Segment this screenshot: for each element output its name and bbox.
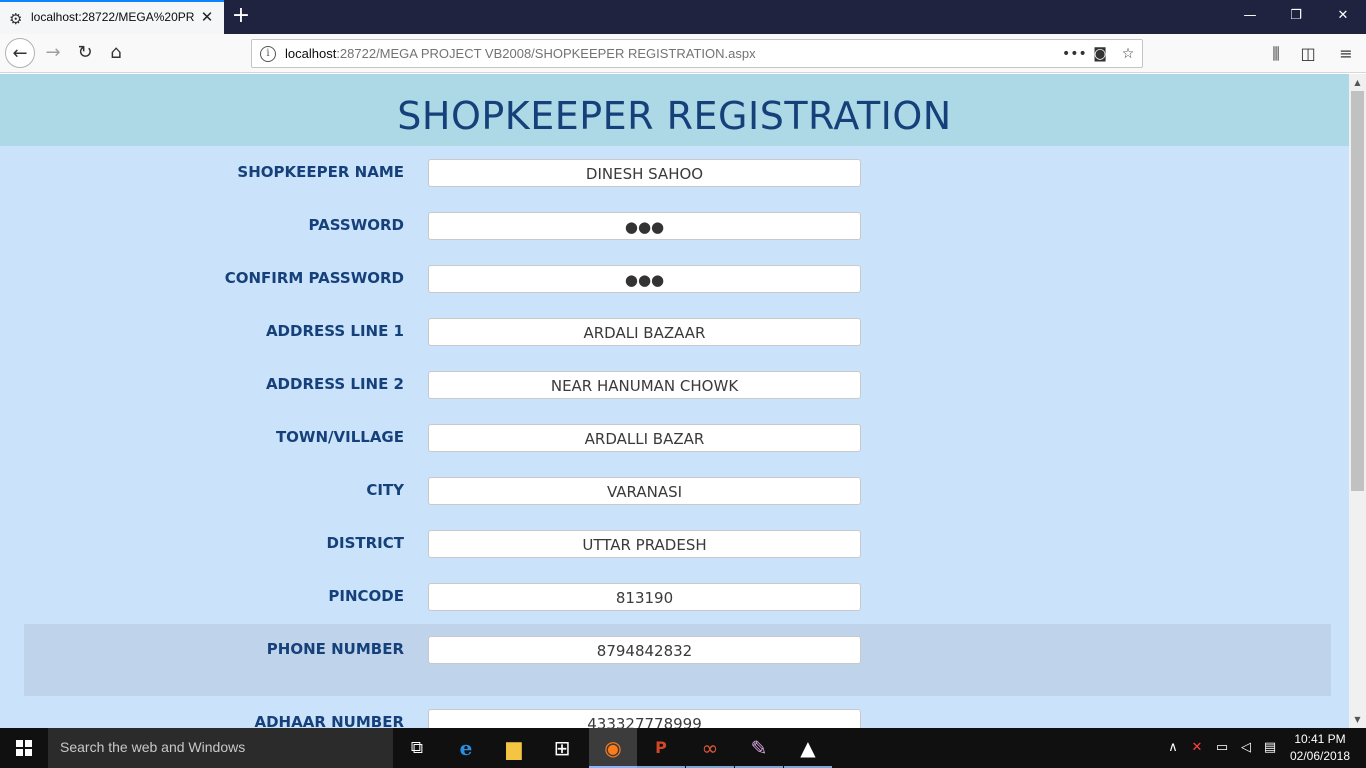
address-line-2-label: ADDRESS LINE 2: [265, 375, 404, 393]
clock-date: 02/06/2018: [1289, 749, 1351, 763]
district-input[interactable]: UTTAR PRADESH: [428, 530, 861, 558]
windows-taskbar: Search the web and Windows ⧉ e ▆ ⊞ ◉ P ∞…: [0, 728, 1366, 768]
row-city: CITY VARANASI: [0, 477, 1349, 507]
restore-window-icon[interactable]: ❐: [1286, 6, 1306, 26]
row-town-village: TOWN/VILLAGE ARDALLI BAZAR: [0, 424, 1349, 454]
row-password: PASSWORD ●●●: [0, 212, 1349, 242]
row-district: DISTRICT UTTAR PRADESH: [0, 530, 1349, 560]
town-village-label: TOWN/VILLAGE: [275, 428, 404, 446]
library-icon[interactable]: ⫼: [1265, 43, 1287, 65]
shopkeeper-name-label: SHOPKEEPER NAME: [237, 163, 404, 181]
url-path: :28722/MEGA PROJECT VB2008/SHOPKEEPER RE…: [336, 46, 756, 61]
url-bar[interactable]: i localhost:28722/MEGA PROJECT VB2008/SH…: [251, 39, 1143, 68]
city-label: CITY: [366, 481, 404, 499]
password-label: PASSWORD: [308, 216, 404, 234]
clock-time: 10:41 PM: [1294, 732, 1346, 746]
address-line-2-input[interactable]: NEAR HANUMAN CHOWK: [428, 371, 861, 399]
taskbar-search-placeholder: Search the web and Windows: [60, 739, 246, 755]
reload-icon[interactable]: ↻: [70, 38, 100, 68]
row-pincode: PINCODE 813190: [0, 583, 1349, 613]
sidebar-icon[interactable]: ◫: [1297, 43, 1319, 65]
edge-browser-icon[interactable]: e: [442, 728, 490, 768]
browser-titlebar: ⚙ localhost:28722/MEGA%20PRO ✕ + — ❐ ✕: [0, 0, 1366, 34]
row-confirm-password: CONFIRM PASSWORD ●●●: [0, 265, 1349, 295]
pincode-input[interactable]: 813190: [428, 583, 861, 611]
network-error-icon[interactable]: ✕: [1188, 739, 1206, 757]
browser-tab[interactable]: ⚙ localhost:28722/MEGA%20PRO ✕: [0, 0, 224, 34]
star-icon[interactable]: ☆: [1118, 44, 1138, 64]
minimize-window-icon[interactable]: —: [1240, 6, 1260, 26]
visual-studio-icon[interactable]: ∞: [686, 728, 734, 768]
close-tab-icon[interactable]: ✕: [199, 8, 215, 26]
phone-number-input[interactable]: 8794842832: [428, 636, 861, 664]
browser-navbar: ← → ↻ ⌂ i localhost:28722/MEGA PROJECT V…: [0, 34, 1366, 73]
back-icon[interactable]: ←: [5, 38, 35, 68]
show-hidden-icons-icon[interactable]: ∧: [1165, 739, 1181, 757]
address-line-1-label: ADDRESS LINE 1: [265, 322, 404, 340]
paint-icon[interactable]: ✎: [735, 728, 783, 768]
store-icon[interactable]: ⊞: [538, 728, 586, 768]
windows-logo-icon: [16, 740, 32, 756]
page-scrollbar[interactable]: ▲ ▼: [1349, 74, 1366, 728]
page-viewport: SHOPKEEPER REGISTRATION SHOPKEEPER NAME …: [0, 74, 1349, 728]
pocket-icon[interactable]: ◙: [1090, 44, 1110, 64]
volume-icon[interactable]: ◁: [1237, 739, 1255, 757]
scroll-thumb[interactable]: [1351, 91, 1364, 491]
pincode-label: PINCODE: [328, 587, 404, 605]
photos-icon[interactable]: ▲: [784, 728, 832, 768]
password-input[interactable]: ●●●: [428, 212, 861, 240]
taskbar-search-box[interactable]: Search the web and Windows: [48, 728, 393, 768]
district-label: DISTRICT: [326, 534, 404, 552]
ellipsis-icon[interactable]: •••: [1062, 44, 1087, 64]
address-line-1-input[interactable]: ARDALI BAZAAR: [428, 318, 861, 346]
menu-icon[interactable]: ≡: [1335, 43, 1357, 65]
new-tab-icon[interactable]: +: [230, 4, 252, 28]
confirm-password-input[interactable]: ●●●: [428, 265, 861, 293]
page-header: SHOPKEEPER REGISTRATION: [0, 74, 1349, 146]
firefox-icon[interactable]: ◉: [589, 728, 637, 768]
scroll-up-arrow-icon[interactable]: ▲: [1349, 74, 1366, 91]
adhaar-number-label: ADHAAR NUMBER: [254, 713, 405, 728]
phone-number-label: PHONE NUMBER: [266, 640, 404, 658]
row-address-line-2: ADDRESS LINE 2 NEAR HANUMAN CHOWK: [0, 371, 1349, 401]
confirm-password-label: CONFIRM PASSWORD: [224, 269, 404, 287]
close-window-icon[interactable]: ✕: [1333, 6, 1353, 26]
page-title: SHOPKEEPER REGISTRATION: [397, 94, 952, 138]
row-shopkeeper-name: SHOPKEEPER NAME DINESH SAHOO: [0, 159, 1349, 189]
start-button[interactable]: [0, 728, 48, 768]
file-explorer-icon[interactable]: ▆: [490, 728, 538, 768]
row-adhaar-number: ADHAAR NUMBER 433327778999: [0, 709, 1349, 728]
shopkeeper-name-input[interactable]: DINESH SAHOO: [428, 159, 861, 187]
site-info-icon[interactable]: i: [260, 46, 276, 62]
url-text[interactable]: localhost:28722/MEGA PROJECT VB2008/SHOP…: [285, 46, 756, 61]
scroll-down-arrow-icon[interactable]: ▼: [1349, 711, 1366, 728]
taskbar-clock[interactable]: 10:41 PM 02/06/2018: [1284, 731, 1356, 765]
adhaar-number-input[interactable]: 433327778999: [428, 709, 861, 728]
tab-title: localhost:28722/MEGA%20PRO: [31, 10, 195, 24]
notifications-icon[interactable]: ▤: [1261, 739, 1279, 757]
battery-icon[interactable]: ▭: [1213, 739, 1231, 757]
task-view-icon[interactable]: ⧉: [393, 728, 441, 768]
row-address-line-1: ADDRESS LINE 1 ARDALI BAZAAR: [0, 318, 1349, 348]
city-input[interactable]: VARANASI: [428, 477, 861, 505]
url-host: localhost: [285, 46, 337, 61]
powerpoint-icon[interactable]: P: [637, 728, 685, 768]
home-icon[interactable]: ⌂: [101, 38, 131, 68]
gear-favicon-icon: ⚙: [9, 10, 23, 28]
forward-icon[interactable]: →: [38, 38, 68, 68]
town-village-input[interactable]: ARDALLI BAZAR: [428, 424, 861, 452]
row-phone-number: PHONE NUMBER 8794842832: [0, 636, 1349, 666]
